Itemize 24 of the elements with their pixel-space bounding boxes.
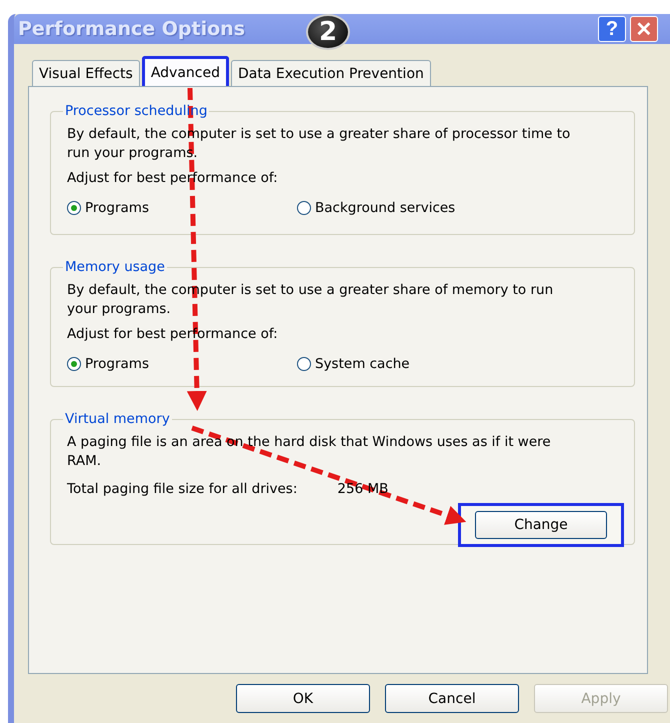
dialog-button[interactable]: Cancel (385, 684, 519, 713)
radio-option[interactable]: System cache (297, 356, 527, 372)
radio-option[interactable]: Background services (297, 200, 527, 216)
help-button[interactable]: ? (598, 16, 626, 42)
group-legend: Virtual memory (63, 411, 172, 427)
radio-button[interactable] (67, 357, 81, 371)
radio-option[interactable]: Programs (67, 200, 297, 216)
tab[interactable]: Advanced (142, 56, 229, 86)
radio-button[interactable] (297, 201, 311, 215)
window-title: Performance Options (18, 18, 246, 40)
description-text: By default, the computer is set to use a greater share of processor time to run your programs. (67, 125, 572, 163)
total-label: Total paging file size for all drives: (67, 481, 298, 497)
tab[interactable]: Visual Effects (32, 60, 140, 86)
change-button[interactable]: Change (458, 503, 624, 547)
tab[interactable]: Data Execution Prevention (231, 60, 431, 86)
dialog-button[interactable]: OK (236, 684, 370, 713)
close-button[interactable]: ✕ (630, 16, 658, 42)
group-legend: Memory usage (63, 259, 167, 275)
prompt-label: Adjust for best performance of: (67, 169, 279, 188)
step-badge: 2 (306, 14, 350, 50)
radio-button[interactable] (297, 357, 311, 371)
prompt-label: Adjust for best performance of: (67, 325, 279, 344)
radio-button[interactable] (67, 201, 81, 215)
radio-option[interactable]: Programs (67, 356, 297, 372)
